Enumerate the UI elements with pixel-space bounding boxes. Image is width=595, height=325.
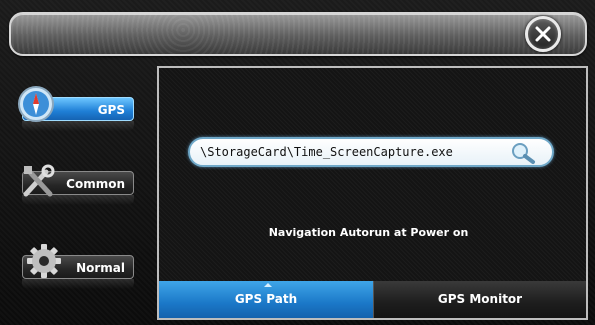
title-bar — [9, 12, 587, 56]
sidebar-reflection — [22, 279, 134, 289]
gear-icon — [27, 244, 61, 278]
sidebar-item-label: Common — [66, 177, 125, 191]
tab-label: GPS Monitor — [437, 292, 523, 306]
active-tab-caret-icon — [264, 283, 272, 287]
magnifier-icon[interactable] — [508, 141, 538, 165]
tab-label: GPS Path — [234, 292, 298, 306]
sidebar-item-label: GPS — [97, 103, 125, 117]
close-icon — [535, 26, 551, 42]
autorun-label: Navigation Autorun at Power on — [268, 226, 469, 239]
tab-gps-monitor[interactable]: GPS Monitor — [373, 281, 586, 318]
sidebar-item-label: Normal — [76, 261, 125, 275]
gps-path-field[interactable]: \StorageCard\Time_ScreenCapture.exe — [188, 137, 554, 167]
compass-icon — [18, 86, 54, 122]
tools-icon — [23, 164, 55, 197]
close-button[interactable] — [525, 16, 561, 52]
gps-path-value: \StorageCard\Time_ScreenCapture.exe — [200, 145, 453, 159]
